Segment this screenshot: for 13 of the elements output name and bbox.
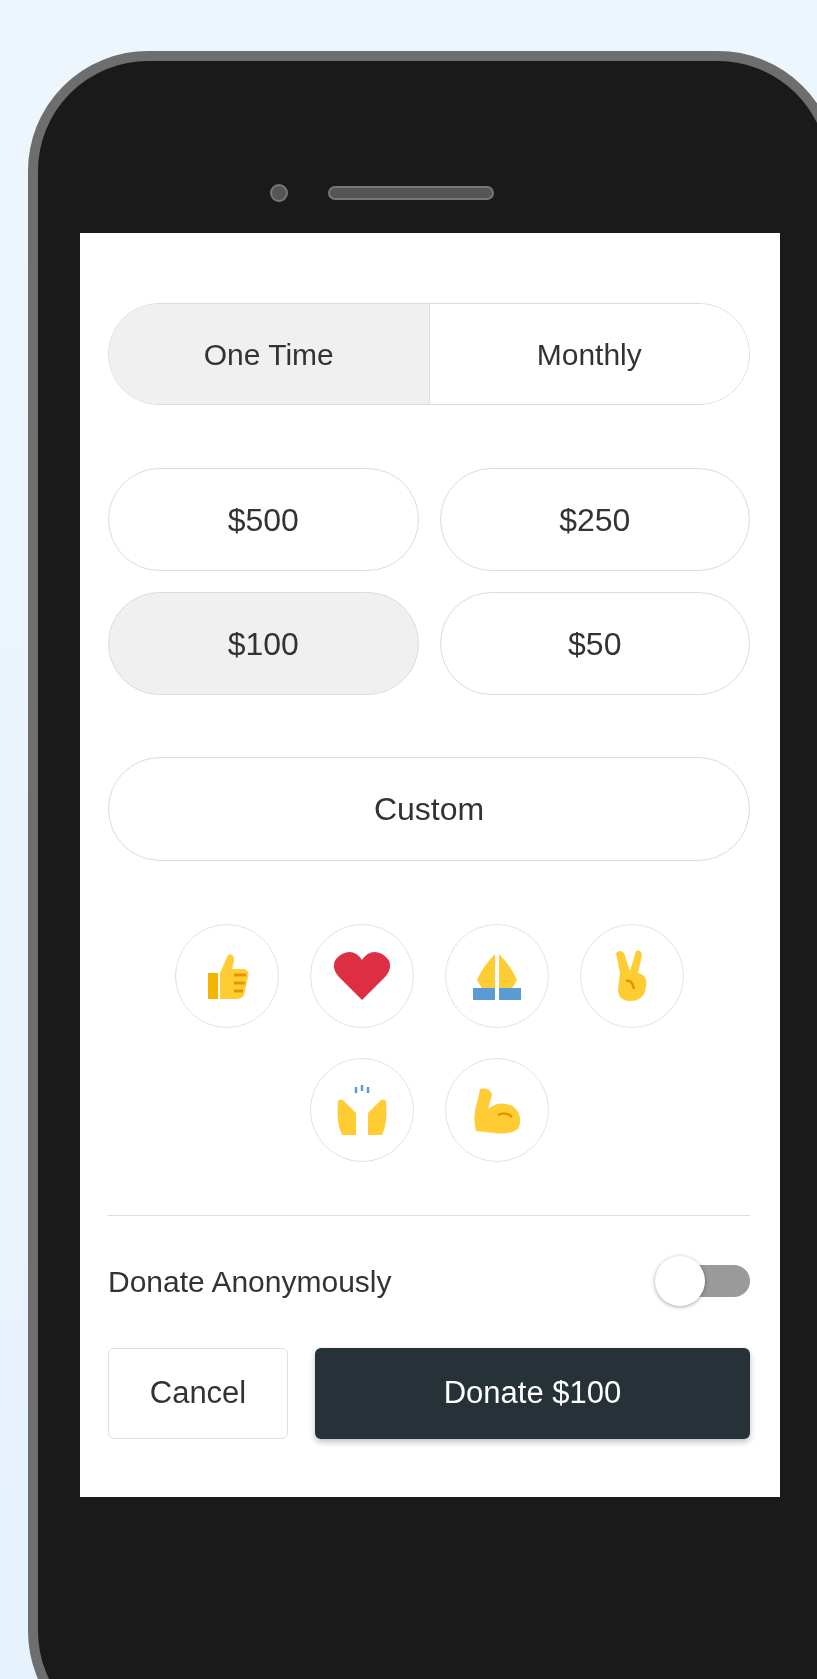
donate-button[interactable]: Donate $100 (315, 1348, 750, 1439)
cancel-button[interactable]: Cancel (108, 1348, 288, 1439)
frequency-tab[interactable]: One Time (109, 304, 429, 404)
heart-icon (331, 950, 392, 1002)
anonymous-switch[interactable] (655, 1256, 750, 1306)
amount-option[interactable]: $50 (439, 592, 750, 695)
amount-option[interactable]: $500 (108, 468, 419, 571)
amount-option[interactable]: $100 (108, 592, 419, 695)
frequency-tab[interactable]: Monthly (428, 304, 749, 404)
custom-amount-option[interactable]: Custom (108, 757, 750, 861)
front-camera-icon (270, 184, 288, 202)
anonymous-label: Donate Anonymously (108, 1263, 392, 1300)
amount-option[interactable]: $250 (439, 468, 750, 571)
